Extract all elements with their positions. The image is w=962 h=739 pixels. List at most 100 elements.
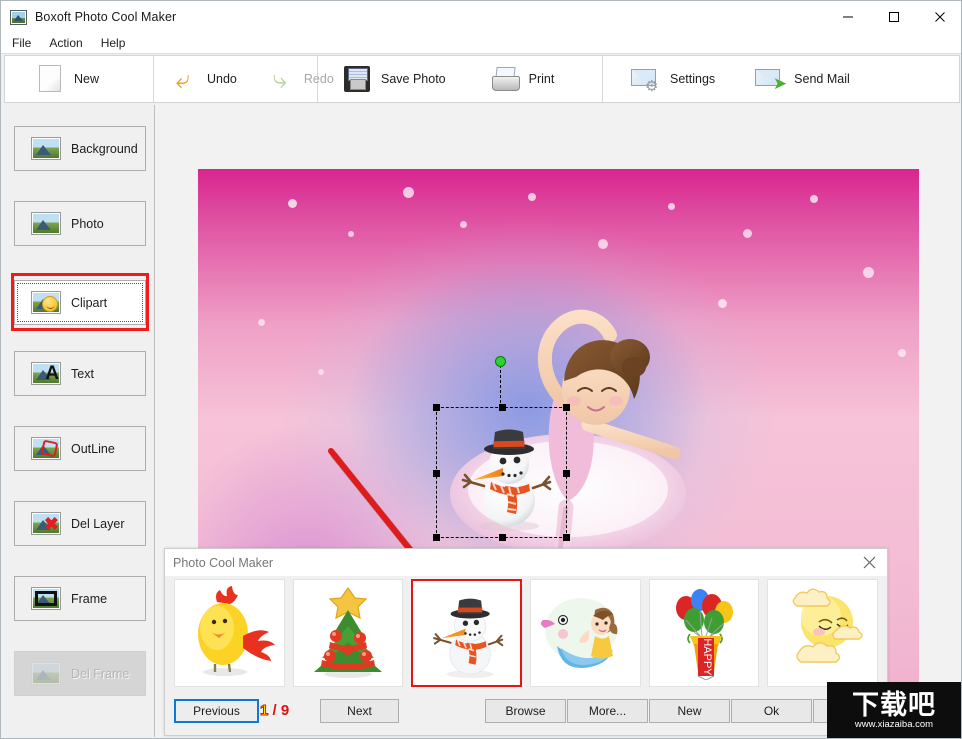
dialog-close-icon[interactable] (857, 551, 881, 573)
resize-handle-sw[interactable] (433, 534, 440, 541)
close-icon[interactable] (917, 1, 961, 33)
menu-help[interactable]: Help (92, 33, 135, 53)
window-title: Boxoft Photo Cool Maker (35, 10, 177, 24)
maximize-icon[interactable] (871, 1, 917, 33)
floppy-disk-icon (342, 64, 372, 94)
app-photo-icon (10, 9, 27, 25)
toolbar-group-file: New (5, 56, 154, 102)
new-button[interactable]: New (5, 56, 113, 102)
sidebar-item-clipart[interactable]: Clipart (14, 280, 146, 325)
selection-box[interactable] (433, 356, 570, 541)
resize-handle-nw[interactable] (433, 404, 440, 411)
toolbar-group-history: ⤶ Undo ⤷ Redo (154, 56, 334, 102)
dialog-title: Photo Cool Maker (173, 555, 274, 570)
image-del-frame-icon (31, 662, 61, 685)
clipart-thumbnail-girl-on-bird[interactable] (530, 579, 641, 687)
title-bar: Boxoft Photo Cool Maker (1, 1, 961, 33)
clipart-thumbnail-happy-balloons[interactable]: HAPPY (648, 579, 760, 687)
christmas-tree-clipart (314, 586, 382, 678)
previous-button[interactable]: Previous (174, 699, 259, 723)
browse-button[interactable]: Browse (485, 699, 566, 723)
sidebar-item-label: OutLine (71, 441, 115, 456)
ok-button[interactable]: Ok (731, 699, 812, 723)
toolbar-group-output: Save Photo Print (318, 56, 603, 102)
happy-balloons-clipart: HAPPY (676, 589, 734, 680)
sidebar-item-text[interactable]: A Text (14, 351, 146, 396)
save-photo-button[interactable]: Save Photo (318, 56, 460, 102)
image-icon (31, 137, 61, 160)
toolbar: New ⤶ Undo ⤷ Redo Save Photo Print ⚙ Set… (4, 55, 960, 103)
sidebar-item-outline[interactable]: OutLine (14, 426, 146, 471)
sidebar-item-label: Text (71, 366, 94, 381)
menu-action[interactable]: Action (40, 33, 91, 53)
snowman-clipart[interactable] (457, 416, 553, 531)
sidebar-item-label: Background (71, 141, 138, 156)
menu-file[interactable]: File (3, 33, 40, 53)
minimize-icon[interactable] (825, 1, 871, 33)
undo-button[interactable]: ⤶ Undo (154, 56, 251, 102)
clipart-picker-dialog: Photo Cool Maker HAPPY Previous 1 / 9 Ne… (164, 548, 894, 736)
page-total: 9 (280, 702, 290, 719)
chicken-clipart (198, 586, 276, 676)
page-current: 1 (259, 702, 269, 720)
dialog-button-bar: Previous 1 / 9 Next Browse More... New O… (165, 689, 894, 735)
site-watermark: 下载吧 www.xiazaiba.com (827, 682, 961, 738)
watermark-logo-text: 下载吧 (852, 689, 936, 720)
new-button[interactable]: New (649, 699, 730, 723)
resize-handle-s[interactable] (499, 534, 506, 541)
watermark-url: www.xiazaiba.com (854, 718, 934, 730)
sidebar-item-label: Del Layer (71, 516, 125, 531)
snowman-clipart (432, 598, 503, 678)
sidebar-item-del-frame: Del Frame (14, 651, 146, 696)
sidebar-item-del-layer[interactable]: ✖ Del Layer (14, 501, 146, 546)
send-mail-button[interactable]: ➤ Send Mail (729, 56, 864, 102)
rotation-handle[interactable] (495, 356, 506, 367)
more-button[interactable]: More... (567, 699, 648, 723)
clipart-thumbnail-snowman[interactable] (411, 579, 523, 687)
resize-handle-e[interactable] (563, 470, 570, 477)
clipart-thumbnail-list: HAPPY (174, 579, 879, 692)
sun-face-clouds-clipart (792, 588, 863, 663)
settings-button-label: Settings (670, 72, 716, 86)
resize-handle-n[interactable] (499, 404, 506, 411)
image-frame-icon (31, 587, 61, 610)
sidebar-item-frame[interactable]: Frame (14, 576, 146, 621)
window-controls (825, 1, 961, 33)
new-page-icon (35, 64, 65, 94)
image-delete-icon: ✖ (31, 512, 61, 535)
balloon-banner-text: HAPPY (701, 638, 713, 676)
send-mail-button-label: Send Mail (794, 72, 850, 86)
sidebar-item-label: Photo (71, 216, 104, 231)
resize-handle-w[interactable] (433, 470, 440, 477)
image-icon (31, 212, 61, 235)
undo-button-label: Undo (207, 72, 237, 86)
sidebar-item-label: Del Frame (71, 666, 130, 681)
girl-on-bird-clipart (541, 598, 618, 669)
image-outline-icon (31, 437, 61, 460)
image-letter-a-icon: A (31, 362, 61, 385)
clipart-thumbnail-chicken[interactable] (174, 579, 285, 687)
save-photo-button-label: Save Photo (381, 72, 446, 86)
rotation-stem (500, 365, 501, 408)
envelope-arrow-icon: ➤ (755, 64, 787, 94)
sidebar: Background Photo Clipart A Text OutLine … (4, 109, 154, 737)
print-button[interactable]: Print (460, 56, 569, 102)
print-button-label: Print (528, 72, 555, 86)
envelope-gear-icon: ⚙ (631, 64, 661, 94)
resize-handle-se[interactable] (563, 534, 570, 541)
page-indicator: 1 / 9 (259, 699, 290, 723)
next-button[interactable]: Next (320, 699, 399, 723)
page-separator: / (272, 702, 277, 719)
clipart-thumbnail-christmas-tree[interactable] (292, 579, 404, 687)
clipart-thumbnail-sun-face-clouds[interactable] (767, 579, 879, 687)
redo-arrow-icon: ⤷ (272, 64, 288, 94)
menu-bar: File Action Help (1, 33, 961, 54)
resize-handle-ne[interactable] (563, 404, 570, 411)
settings-button[interactable]: ⚙ Settings (603, 56, 729, 102)
printer-icon (490, 64, 520, 94)
toolbar-group-mail: ⚙ Settings ➤ Send Mail (603, 56, 864, 102)
sidebar-item-label: Frame (71, 591, 108, 606)
sidebar-item-background[interactable]: Background (14, 126, 146, 171)
sidebar-item-photo[interactable]: Photo (14, 201, 146, 246)
undo-arrow-icon: ⤶ (175, 64, 191, 94)
